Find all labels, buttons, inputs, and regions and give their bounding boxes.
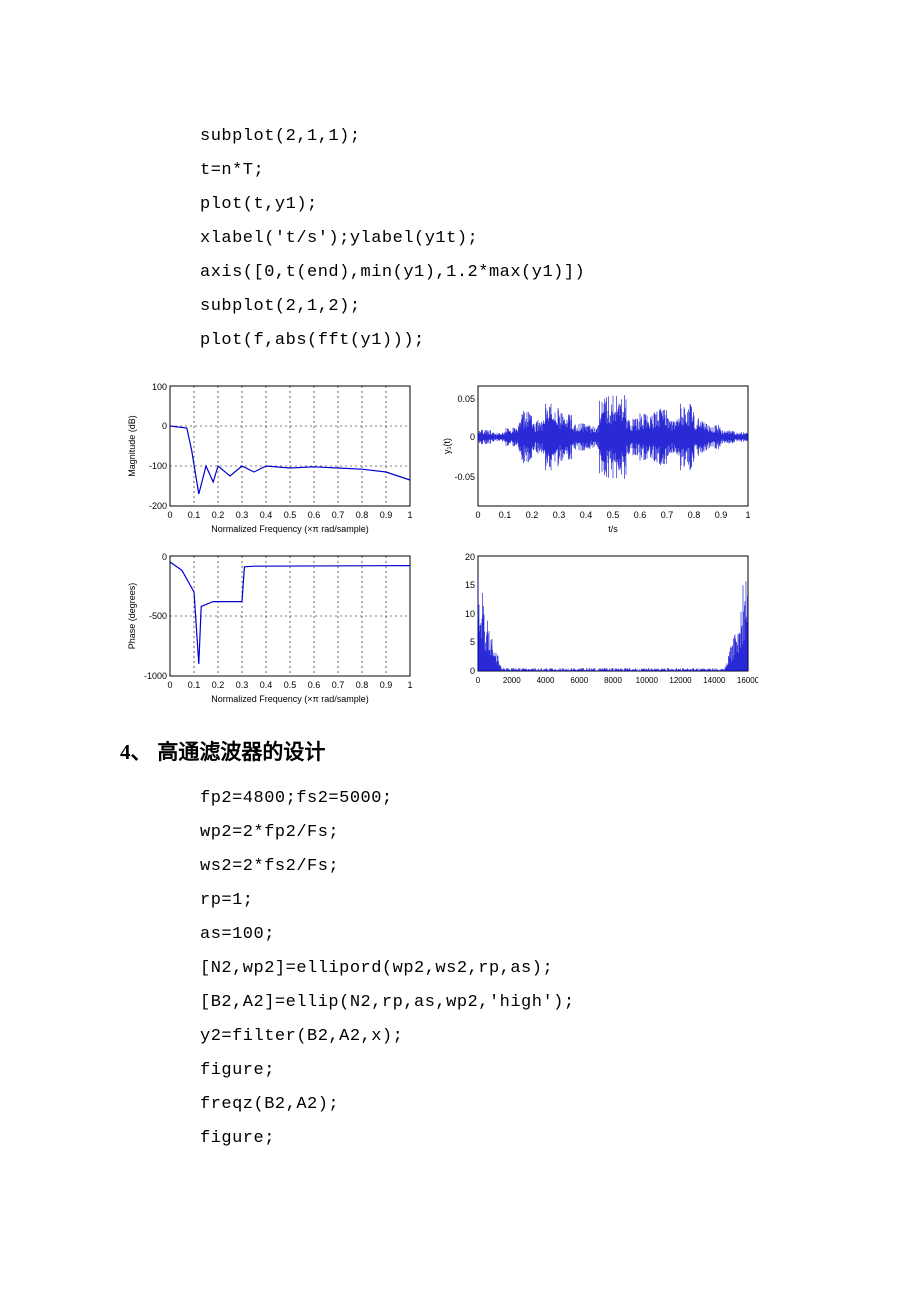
code-line: as=100; xyxy=(200,918,800,952)
code-line: plot(f,abs(fft(y1))); xyxy=(200,324,800,358)
ytick: -0.05 xyxy=(454,472,475,482)
xtick: 4000 xyxy=(537,676,555,685)
code-line: subplot(2,1,1); xyxy=(200,120,800,154)
xtick: 1 xyxy=(407,510,412,520)
xtick: 8000 xyxy=(604,676,622,685)
xtick: 0.2 xyxy=(212,680,225,690)
ytick: 0 xyxy=(470,666,475,676)
xtick: 0 xyxy=(476,676,481,685)
xtick: 0.4 xyxy=(260,680,273,690)
code-line: fp2=4800;fs2=5000; xyxy=(200,782,800,816)
figure-column-left: 100 0 -100 -200 0 0.1 0.2 0.3 0.4 0.5 0.… xyxy=(120,376,420,706)
xtick: 0.7 xyxy=(661,510,674,520)
code-block-2: fp2=4800;fs2=5000; wp2=2*fp2/Fs; ws2=2*f… xyxy=(200,782,800,1156)
ytick: 15 xyxy=(465,580,475,590)
ytick: -100 xyxy=(149,461,167,471)
xtick: 1 xyxy=(407,680,412,690)
xtick: 0.6 xyxy=(308,680,321,690)
xtick: 0.2 xyxy=(212,510,225,520)
xtick: 0.8 xyxy=(356,680,369,690)
xtick: 0.6 xyxy=(634,510,647,520)
xlabel: t/s xyxy=(608,524,618,534)
figure-column-right: 0.05 0 -0.05 0 0.1 0.2 0.3 0.4 0.5 0.6 0… xyxy=(438,376,758,706)
ytick: 20 xyxy=(465,552,475,562)
ytick: 0.05 xyxy=(457,394,475,404)
chart-waveform: 0.05 0 -0.05 0 0.1 0.2 0.3 0.4 0.5 0.6 0… xyxy=(438,376,758,536)
xtick: 0 xyxy=(167,680,172,690)
xtick: 12000 xyxy=(669,676,692,685)
code-line: subplot(2,1,2); xyxy=(200,290,800,324)
code-line: figure; xyxy=(200,1122,800,1156)
xtick: 16000 xyxy=(737,676,758,685)
section-heading: 4、 高通滤波器的设计 xyxy=(120,736,800,766)
xtick: 0.1 xyxy=(188,680,201,690)
xlabel: Normalized Frequency (×π rad/sample) xyxy=(211,694,369,704)
ytick: 0 xyxy=(162,552,167,562)
xtick: 0.5 xyxy=(607,510,620,520)
xtick: 0.1 xyxy=(499,510,512,520)
code-line: [N2,wp2]=ellipord(wp2,ws2,rp,as); xyxy=(200,952,800,986)
xtick: 0.1 xyxy=(188,510,201,520)
chart-phase: 0 -500 -1000 0 0.1 0.2 0.3 0.4 0.5 0.6 0… xyxy=(120,546,420,706)
code-line: wp2=2*fp2/Fs; xyxy=(200,816,800,850)
code-line: freqz(B2,A2); xyxy=(200,1088,800,1122)
code-line: rp=1; xyxy=(200,884,800,918)
section-number: 4、 xyxy=(120,740,152,764)
code-line: [B2,A2]=ellip(N2,rp,as,wp2,'high'); xyxy=(200,986,800,1020)
code-line: y2=filter(B2,A2,x); xyxy=(200,1020,800,1054)
ytick: -200 xyxy=(149,501,167,511)
ytick: 5 xyxy=(470,637,475,647)
code-line: figure; xyxy=(200,1054,800,1088)
xtick: 0.2 xyxy=(526,510,539,520)
xtick: 0.3 xyxy=(236,680,249,690)
xtick: 2000 xyxy=(503,676,521,685)
chart-magnitude: 100 0 -100 -200 0 0.1 0.2 0.3 0.4 0.5 0.… xyxy=(120,376,420,536)
xtick: 0.6 xyxy=(308,510,321,520)
xtick: 0.9 xyxy=(380,680,393,690)
xlabel: Normalized Frequency (×π rad/sample) xyxy=(211,524,369,534)
ytick: 0 xyxy=(470,432,475,442)
xtick: 0.5 xyxy=(284,680,297,690)
ytick: 10 xyxy=(465,609,475,619)
xtick: 0.9 xyxy=(715,510,728,520)
xtick: 0.7 xyxy=(332,680,345,690)
xtick: 6000 xyxy=(570,676,588,685)
xtick: 0.8 xyxy=(356,510,369,520)
code-line: t=n*T; xyxy=(200,154,800,188)
xtick: 14000 xyxy=(703,676,726,685)
ytick: -500 xyxy=(149,611,167,621)
xtick: 0.3 xyxy=(553,510,566,520)
code-line: ws2=2*fs2/Fs; xyxy=(200,850,800,884)
xtick: 1 xyxy=(745,510,750,520)
code-line: plot(t,y1); xyxy=(200,188,800,222)
code-line: axis([0,t(end),min(y1),1.2*max(y1)]) xyxy=(200,256,800,290)
xtick: 0.8 xyxy=(688,510,701,520)
xtick: 0 xyxy=(475,510,480,520)
ytick: 0 xyxy=(162,421,167,431)
ylabel: Magnitude (dB) xyxy=(127,415,137,477)
code-line: xlabel('t/s');ylabel(y1t); xyxy=(200,222,800,256)
xtick: 0.4 xyxy=(260,510,273,520)
xtick: 10000 xyxy=(636,676,659,685)
ytick: 100 xyxy=(152,382,167,392)
section-title: 高通滤波器的设计 xyxy=(157,741,325,764)
ylabel: Phase (degrees) xyxy=(127,583,137,650)
figure-group: 100 0 -100 -200 0 0.1 0.2 0.3 0.4 0.5 0.… xyxy=(120,376,800,706)
xtick: 0.3 xyxy=(236,510,249,520)
xtick: 0.9 xyxy=(380,510,393,520)
chart-spectrum: 20 15 10 5 0 0 2000 4000 6000 8000 10000… xyxy=(438,546,758,696)
ytick: -1000 xyxy=(144,671,167,681)
code-block-1: subplot(2,1,1); t=n*T; plot(t,y1); xlabe… xyxy=(200,120,800,358)
xtick: 0.4 xyxy=(580,510,593,520)
xtick: 0.5 xyxy=(284,510,297,520)
xtick: 0 xyxy=(167,510,172,520)
ylabel: y₁(t) xyxy=(442,438,452,454)
xtick: 0.7 xyxy=(332,510,345,520)
